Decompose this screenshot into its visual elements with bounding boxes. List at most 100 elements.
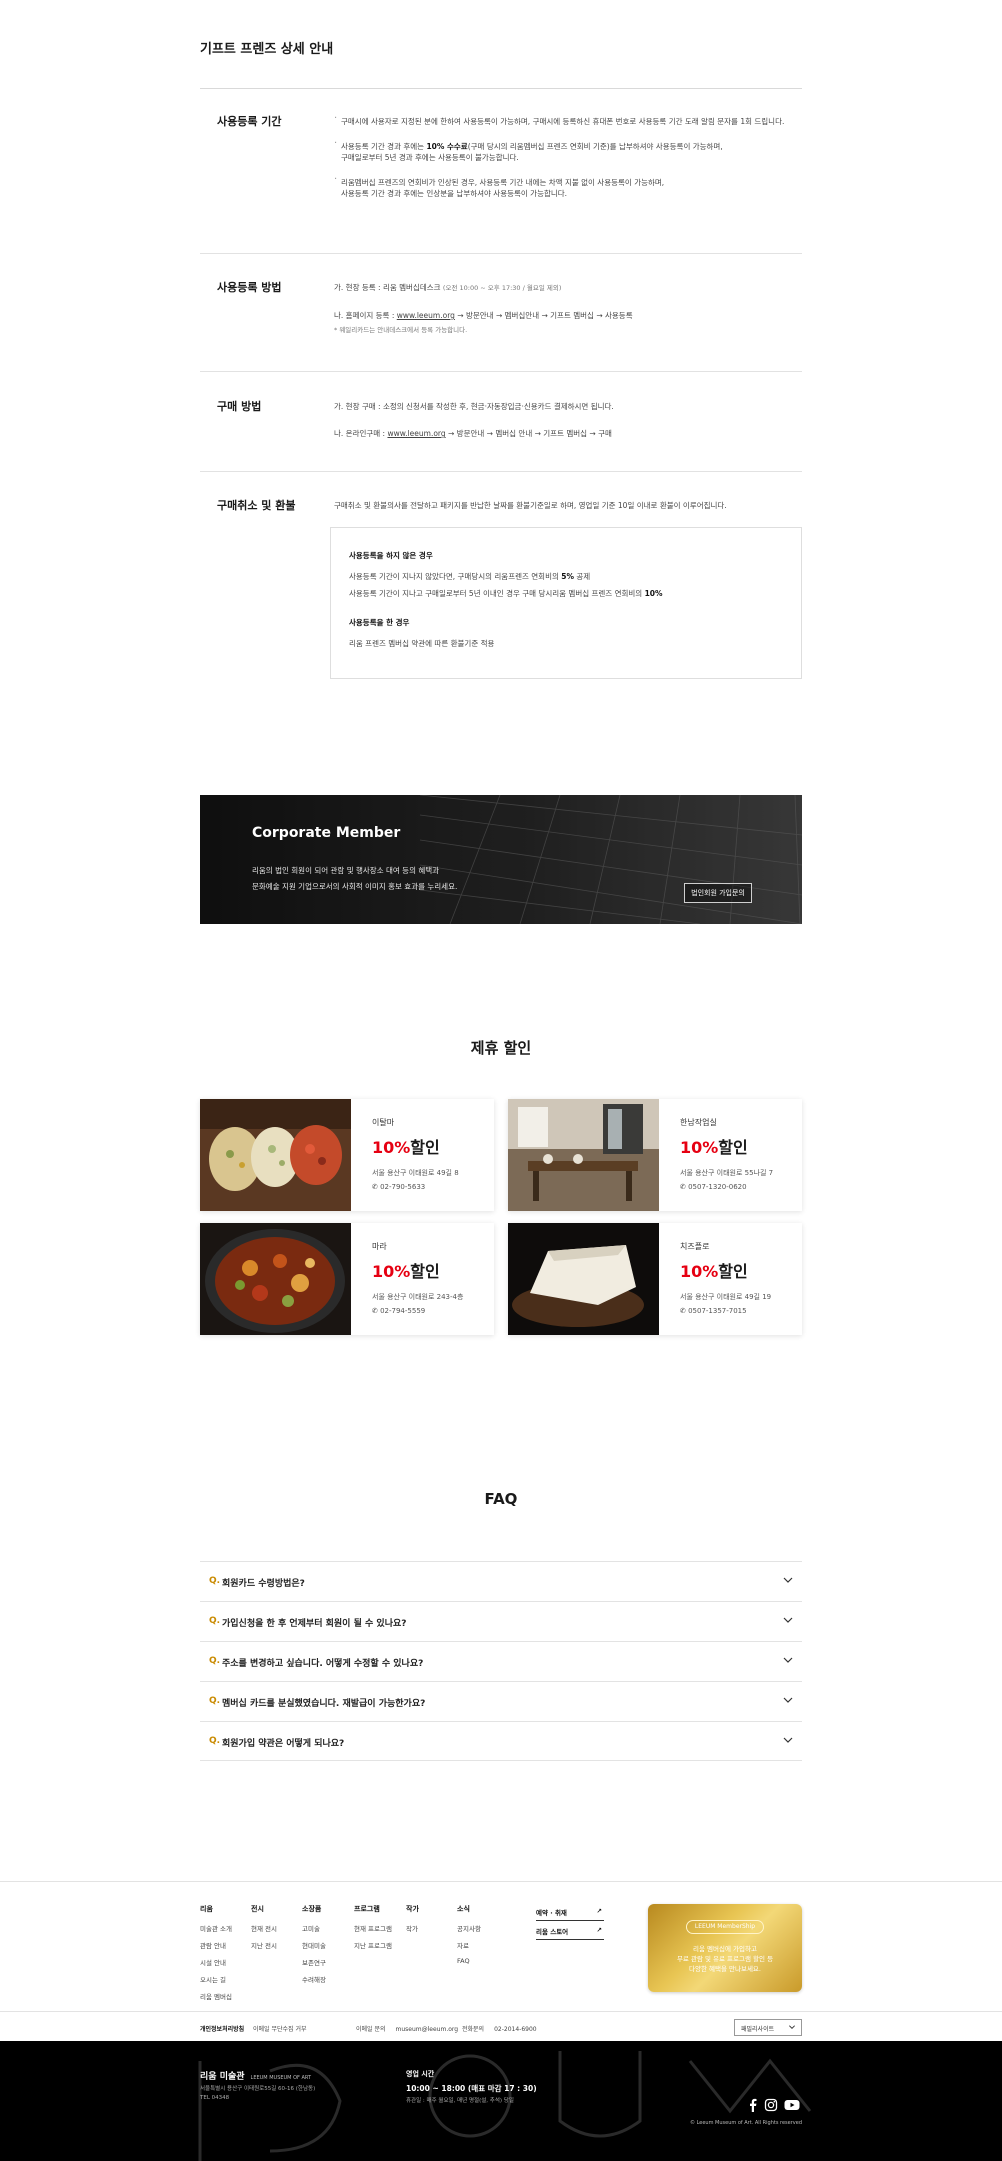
email-refusal-link[interactable]: 이메일 무단수집 거부 — [253, 2024, 307, 2033]
faq-item[interactable]: Q. 회원가입 약관은 어떻게 되나요? — [200, 1721, 802, 1761]
footer-col-heading[interactable]: 소장품 — [302, 1904, 326, 1914]
refund-rule: 사용등록 기간이 지나고 구매일로부터 5년 이내인 경우 구매 당시리움 멤버… — [349, 589, 663, 598]
faq-item[interactable]: Q. 회원카드 수령방법은? — [200, 1561, 802, 1601]
faq-q-mark: Q. — [209, 1576, 221, 1586]
faq-item[interactable]: Q. 주소를 변경하고 싶습니다. 어떻게 수정할 수 있나요? — [200, 1641, 802, 1681]
list-item: 구매시에 사용자로 지정된 분에 한하여 사용등록이 가능하며, 구매시에 등록… — [334, 113, 802, 127]
partner-address: 서울 용산구 이태원로 49길 8 — [372, 1169, 459, 1177]
partner-image — [200, 1223, 351, 1335]
footer-col-heading[interactable]: 작가 — [406, 1904, 419, 1914]
phone-icon: ✆ — [680, 1307, 689, 1315]
chevron-down-icon[interactable] — [782, 1614, 794, 1626]
instagram-icon[interactable] — [764, 2098, 778, 2112]
refund-heading: 사용등록을 한 경우 — [349, 618, 410, 627]
partner-info: 한남작업실 10%할인 서울 용산구 이태원로 55나길 7 ✆ 0507-13… — [680, 1117, 773, 1191]
corporate-inquiry-button[interactable]: 법인회원 가입문의 — [684, 883, 752, 903]
partner-info: 마라 10%할인 서울 용산구 이태원로 243-4층 ✆ 02-794-555… — [372, 1241, 463, 1315]
footer-col-news: 소식 공지사항 자료 FAQ — [457, 1904, 481, 1972]
section-period: 사용등록 기간 구매시에 사용자로 지정된 분에 한하여 사용등록이 가능하며,… — [200, 88, 802, 254]
phone-icon: ✆ — [372, 1183, 381, 1191]
chevron-down-icon[interactable] — [782, 1734, 794, 1746]
footer-link[interactable]: 리움 멤버십 — [200, 1991, 232, 2001]
purchase-onsite: 가. 현장 구매 : 소정의 신청서를 작성한 후, 현금·자동장입금·신용카드… — [334, 402, 614, 411]
footer-link[interactable]: 자료 — [457, 1940, 481, 1950]
partner-image — [508, 1223, 659, 1335]
email-contact: 이메일 문의 museum@leeum.org — [356, 2026, 459, 2033]
partner-info: 치즈플로 10%할인 서울 용산구 이태원로 49길 19 ✆ 0507-135… — [680, 1241, 771, 1315]
partner-card[interactable]: 치즈플로 10%할인 서울 용산구 이태원로 49길 19 ✆ 0507-135… — [508, 1223, 802, 1335]
partner-image — [508, 1099, 659, 1211]
footer-brand: 리움 미술관 LEEUM MUSEUM OF ART — [200, 2072, 312, 2082]
discount-label: 10%할인 — [372, 1138, 440, 1157]
faq-item[interactable]: Q. 가입신청을 한 후 언제부터 회원이 될 수 있나요? — [200, 1601, 802, 1641]
partner-address: 서울 용산구 이태원로 49길 19 — [680, 1293, 772, 1301]
reservation-link[interactable]: 예약 · 취재 ↗ — [536, 1907, 604, 1921]
hours-value: 10:00 ~ 18:00 (매표 마감 17 : 30) — [406, 2084, 537, 2093]
footer-link[interactable]: 현대미술 — [302, 1940, 326, 1950]
footer-link[interactable]: 공지사항 — [457, 1923, 481, 1933]
footer-nav: 리움 미술관 소개 관람 안내 시설 안내 오시는 길 리움 멤버십 전시 현재… — [0, 1881, 1002, 2011]
partner-image — [200, 1099, 351, 1211]
method-online: 나. 홈페이지 등록 : www.leeum.org → 방문안내 → 멤버십안… — [334, 311, 633, 320]
phone-icon: ✆ — [680, 1183, 689, 1191]
footer-col-heading[interactable]: 전시 — [251, 1904, 277, 1914]
footer-link[interactable]: FAQ — [457, 1957, 481, 1965]
discount-label: 10%할인 — [680, 1138, 748, 1157]
membership-promo-card[interactable]: LEEUM MemberShip 리움 멤버십에 가입하고 무료 관람 및 유료… — [648, 1904, 802, 1992]
footer-link[interactable]: 작가 — [406, 1923, 419, 1933]
partner-card[interactable]: 한남작업실 10%할인 서울 용산구 이태원로 55나길 7 ✆ 0507-13… — [508, 1099, 802, 1211]
facebook-icon[interactable] — [746, 2098, 760, 2112]
footer-col-heading[interactable]: 리움 — [200, 1904, 232, 1914]
partner-name: 치즈플로 — [680, 1242, 710, 1251]
homepage-link[interactable]: www.leeum.org — [387, 429, 445, 438]
footer-link[interactable]: 보존연구 — [302, 1957, 326, 1967]
footer-link[interactable]: 관람 안내 — [200, 1940, 232, 1950]
partner-card[interactable]: 이탈마 10%할인 서울 용산구 이태원로 49길 8 ✆ 02-790-563… — [200, 1099, 494, 1211]
footer-link[interactable]: 고미술 — [302, 1923, 326, 1933]
refund-rule: 리움 프렌즈 멤버십 약관에 따른 환불기준 적용 — [349, 639, 495, 648]
chevron-down-icon[interactable] — [782, 1654, 794, 1666]
partner-name: 이탈마 — [372, 1118, 395, 1127]
faq-question: 회원가입 약관은 어떻게 되나요? — [222, 1739, 345, 1749]
method-onsite: 가. 현장 등록 : 리움 멤버십데스크 (오전 10:00 ~ 오후 17:3… — [334, 283, 562, 292]
footer-col-heading[interactable]: 프로그램 — [354, 1904, 392, 1914]
footer-link[interactable]: 지난 프로그램 — [354, 1940, 392, 1950]
footer-bottom: 리움 미술관 LEEUM MUSEUM OF ART 서울특별시 용산구 이태원로… — [0, 2041, 1002, 2161]
section-body: 가. 현장 구매 : 소정의 신청서를 작성한 후, 현금·자동장입금·신용카드… — [334, 401, 802, 455]
faq-question: 멤버십 카드를 분실했였습니다. 재발급이 가능한가요? — [222, 1699, 426, 1709]
privacy-link[interactable]: 개인정보처리방침 — [200, 2024, 258, 2033]
corporate-banner: Corporate Member 리움의 법인 회원이 되어 관람 및 행사장소… — [200, 795, 802, 924]
partner-info: 이탈마 10%할인 서울 용산구 이태원로 49길 8 ✆ 02-790-563… — [372, 1117, 459, 1191]
footer-col-heading[interactable]: 소식 — [457, 1904, 481, 1914]
footer-link[interactable]: 현재 프로그램 — [354, 1923, 392, 1933]
footer-link[interactable]: 오시는 길 — [200, 1974, 232, 1984]
footer-link[interactable]: 수려해장 — [302, 1974, 326, 1984]
arrow-up-right-icon: ↗ — [596, 1926, 602, 1934]
footer-link[interactable]: 지난 전시 — [251, 1940, 277, 1950]
partner-card[interactable]: 마라 10%할인 서울 용산구 이태원로 243-4층 ✆ 02-794-555… — [200, 1223, 494, 1335]
section-refund: 구매취소 및 환불 구매취소 및 환불의사를 전달하고 패키지를 반납한 날짜를… — [200, 472, 802, 684]
store-link[interactable]: 리움 스토어 ↗ — [536, 1926, 604, 1940]
footer-address: 서울특별시 용산구 이태원로55길 60-16 (한남동) TEL 04348 — [200, 2086, 316, 2101]
membership-promo-text: 리움 멤버십에 가입하고 무료 관람 및 유료 프로그램 할인 등 다양한 혜택… — [676, 1945, 774, 1973]
chevron-down-icon[interactable] — [782, 1574, 794, 1586]
faq-item[interactable]: Q. 멤버십 카드를 분실했였습니다. 재발급이 가능한가요? — [200, 1681, 802, 1721]
homepage-link[interactable]: www.leeum.org — [397, 311, 455, 320]
youtube-icon[interactable] — [784, 2098, 800, 2112]
purchase-online: 나. 온라인구매 : www.leeum.org → 방문안내 → 멤버십 안내… — [334, 429, 612, 438]
list-item: 사용등록 기간 경과 후에는 10% 수수료(구매 당시의 리움멤버십 프렌즈 … — [334, 138, 802, 163]
section-title: 사용등록 방법 — [217, 281, 282, 294]
section-body: 가. 현장 등록 : 리움 멤버십데스크 (오전 10:00 ~ 오후 17:3… — [334, 282, 802, 352]
refund-heading: 사용등록을 하지 않은 경우 — [349, 551, 433, 560]
phone-contact: 전화문의 02-2014-6900 — [462, 2026, 537, 2033]
footer-link[interactable]: 현재 전시 — [251, 1923, 277, 1933]
partner-phone: ✆ 02-790-5633 — [372, 1183, 426, 1191]
page-title: 기프트 프렌즈 상세 안내 — [200, 42, 334, 57]
section-title: 구매취소 및 환불 — [217, 499, 296, 512]
chevron-down-icon[interactable] — [782, 1694, 794, 1706]
membership-badge: LEEUM MemberShip — [686, 1920, 764, 1934]
footer-link[interactable]: 시설 안내 — [200, 1957, 232, 1967]
partner-address: 서울 용산구 이태원로 243-4층 — [372, 1293, 464, 1301]
footer-link[interactable]: 미술관 소개 — [200, 1923, 232, 1933]
family-site-select[interactable]: 패밀리사이트 — [734, 2019, 802, 2036]
